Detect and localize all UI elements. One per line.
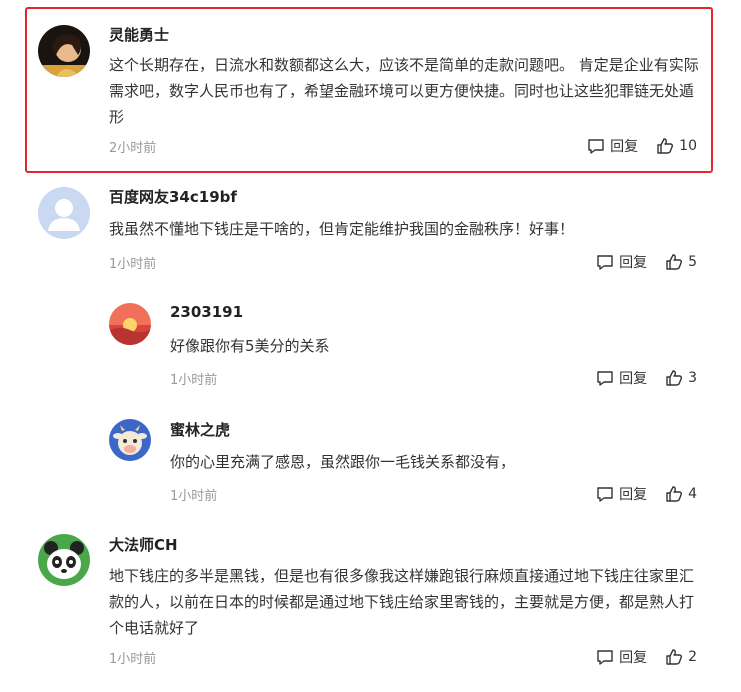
- reply-button[interactable]: 回复: [596, 252, 647, 272]
- username[interactable]: 2303191: [170, 303, 243, 321]
- user-avatar[interactable]: [38, 187, 90, 239]
- comment-text: 这个长期存在，日流水和数额都这么大，应该不是简单的走款问题吧。 肯定是企业有实际…: [109, 56, 699, 126]
- like-button[interactable]: 3: [665, 369, 697, 387]
- comment-time: 1小时前: [109, 652, 157, 667]
- thumbs-up-icon: [657, 138, 674, 154]
- comment-actions: 回复 2: [596, 647, 697, 667]
- comment-bubble-icon: [597, 650, 613, 665]
- comment-actions: 回复 10: [587, 136, 697, 156]
- sunset-icon: [109, 303, 151, 345]
- comment-text: 你的心里充满了感恩，虽然跟你一毛钱关系都没有，: [170, 453, 516, 471]
- photo-avatar-icon: [38, 25, 90, 77]
- like-button[interactable]: 5: [665, 253, 697, 271]
- user-avatar[interactable]: [109, 303, 151, 345]
- user-avatar[interactable]: [38, 25, 90, 77]
- like-count: 5: [688, 254, 697, 270]
- comment-text: 好像跟你有5美分的关系: [170, 337, 330, 355]
- like-count: 3: [688, 370, 697, 386]
- comment-bubble-icon: [597, 371, 613, 386]
- comment-actions: 回复 3: [596, 368, 697, 388]
- reply-label: 回复: [619, 650, 648, 666]
- user-avatar[interactable]: [38, 534, 90, 586]
- comment-text: 地下钱庄的多半是黑钱，但是也有很多像我这样嫌跑银行麻烦直接通过地下钱庄往家里汇款…: [109, 567, 695, 637]
- reply-button[interactable]: 回复: [596, 484, 647, 504]
- panda-icon: [38, 534, 90, 586]
- cow-cartoon-icon: [109, 419, 151, 461]
- reply-label: 回复: [619, 371, 648, 387]
- like-button[interactable]: 2: [665, 648, 697, 666]
- user-avatar[interactable]: [109, 419, 151, 461]
- comment-time: 1小时前: [109, 257, 157, 272]
- username[interactable]: 大法师CH: [109, 534, 178, 555]
- comment-time: 2小时前: [109, 141, 157, 156]
- comment-bubble-icon: [588, 139, 604, 154]
- comment-time: 1小时前: [170, 489, 218, 504]
- like-count: 2: [688, 649, 697, 665]
- comment-bubble-icon: [597, 255, 613, 270]
- reply-label: 回复: [610, 139, 639, 155]
- reply-button[interactable]: 回复: [596, 647, 647, 667]
- comment-actions: 回复 5: [596, 252, 697, 272]
- comment-actions: 回复 4: [596, 484, 697, 504]
- comment-text: 我虽然不懂地下钱庄是干啥的，但肯定能维护我国的金融秩序！好事！: [109, 220, 575, 238]
- thumbs-up-icon: [666, 254, 683, 270]
- reply-button[interactable]: 回复: [587, 136, 638, 156]
- username[interactable]: 灵能勇士: [109, 24, 169, 45]
- like-count: 10: [679, 138, 697, 154]
- thumbs-up-icon: [666, 370, 683, 386]
- comment-list: 灵能勇士 这个长期存在，日流水和数额都这么大，应该不是简单的走款问题吧。 肯定是…: [0, 0, 741, 692]
- reply-button[interactable]: 回复: [596, 368, 647, 388]
- default-user-icon: [38, 187, 90, 239]
- like-button[interactable]: 4: [665, 485, 697, 503]
- reply-label: 回复: [619, 487, 648, 503]
- comment-time: 1小时前: [170, 373, 218, 388]
- like-count: 4: [688, 486, 697, 502]
- reply-label: 回复: [619, 255, 648, 271]
- username[interactable]: 蜜林之虎: [170, 419, 230, 440]
- thumbs-up-icon: [666, 649, 683, 665]
- comment-bubble-icon: [597, 487, 613, 502]
- like-button[interactable]: 10: [656, 137, 697, 155]
- thumbs-up-icon: [666, 486, 683, 502]
- username[interactable]: 百度网友34c19bf: [109, 186, 237, 207]
